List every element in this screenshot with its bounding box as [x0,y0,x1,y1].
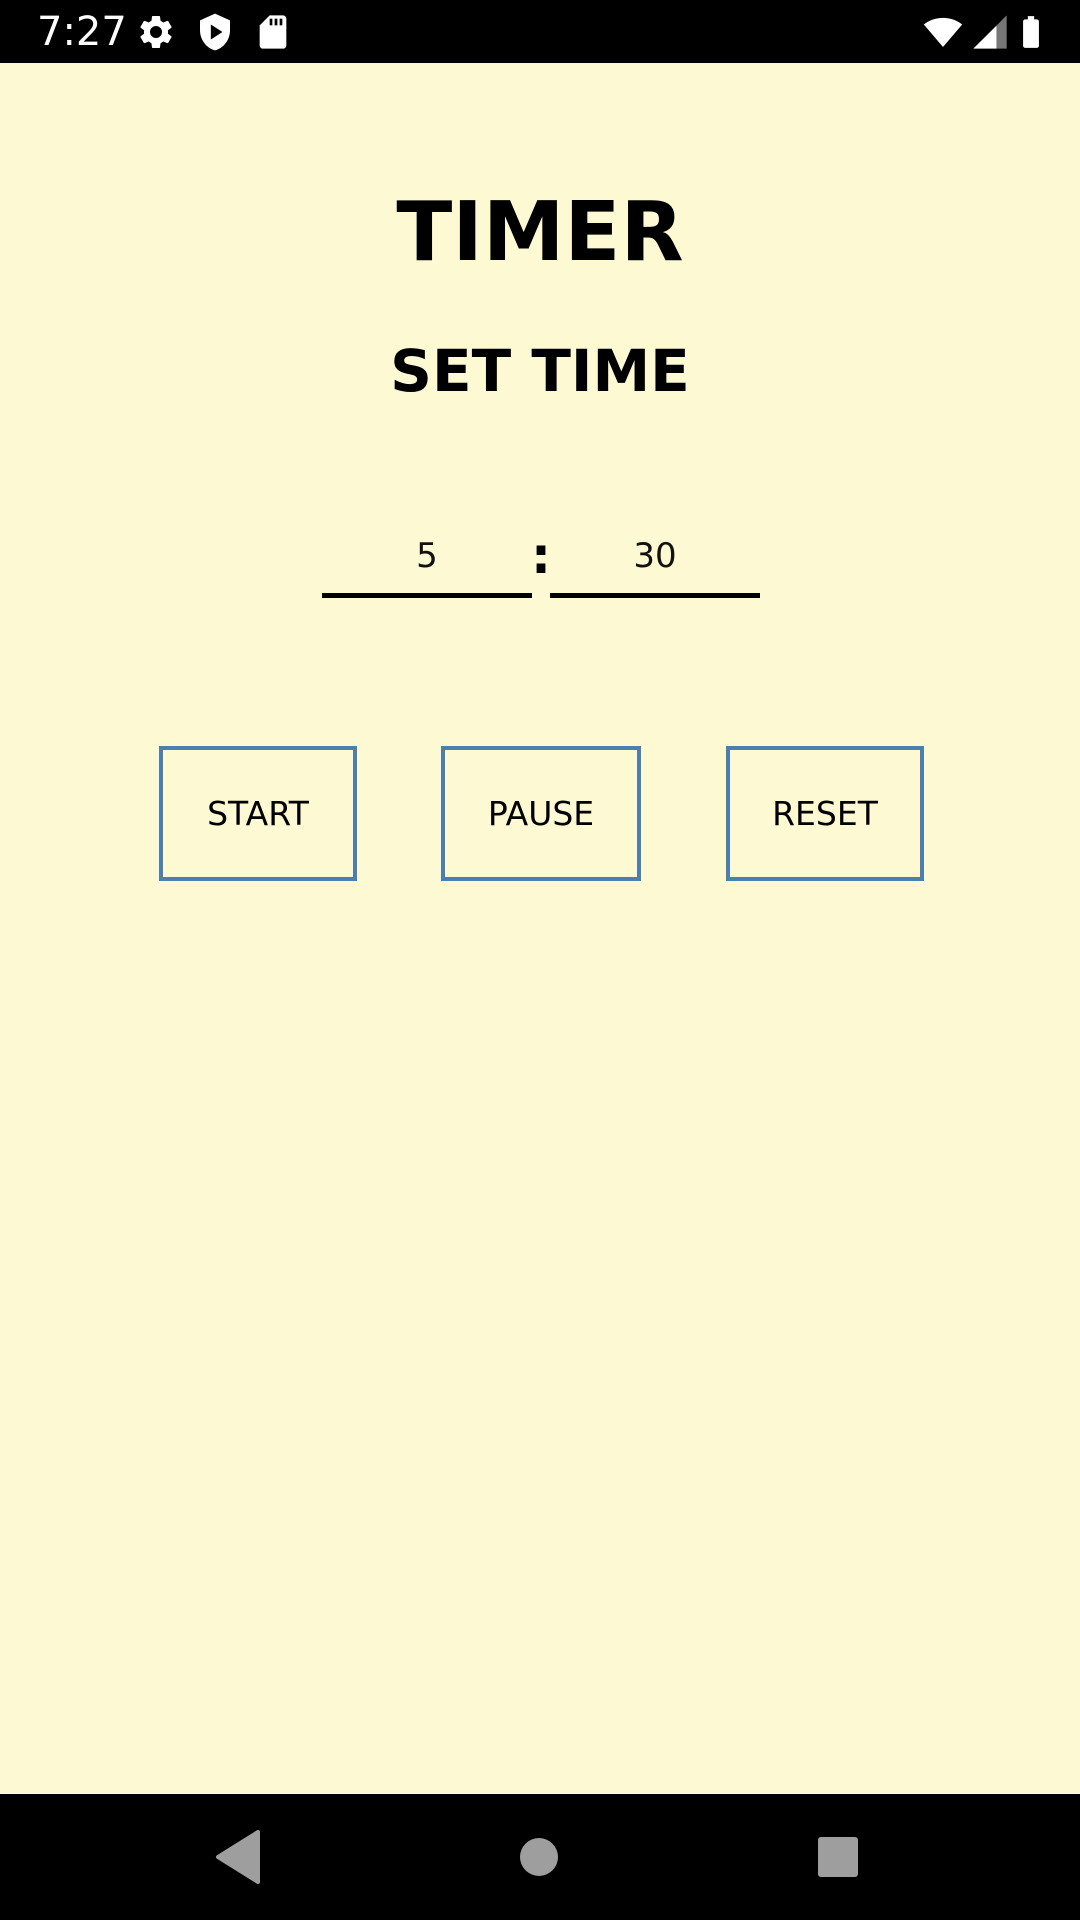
minutes-input[interactable] [322,518,532,598]
reset-button[interactable]: RESET [726,746,924,881]
seconds-input[interactable] [550,518,760,598]
settings-icon [140,15,172,48]
sd-card-icon [259,15,287,49]
battery-icon [1023,16,1039,48]
home-icon[interactable] [506,1824,572,1890]
wifi-icon [923,17,963,47]
signal-icon [973,15,1007,49]
navigation-bar [0,1794,1080,1920]
start-button[interactable]: START [159,746,357,881]
set-time-heading: SET TIME [390,337,690,405]
status-bar: 7:27 [0,0,1080,63]
recents-icon[interactable] [805,1824,871,1890]
app-title: TIMER [396,185,684,280]
shield-play-icon [200,13,230,51]
timer-screen: TIMER SET TIME : START PAUSE RESET [0,63,1080,1794]
status-time: 7:27 [37,9,127,55]
pause-button[interactable]: PAUSE [441,746,641,881]
back-icon[interactable] [206,1824,272,1890]
